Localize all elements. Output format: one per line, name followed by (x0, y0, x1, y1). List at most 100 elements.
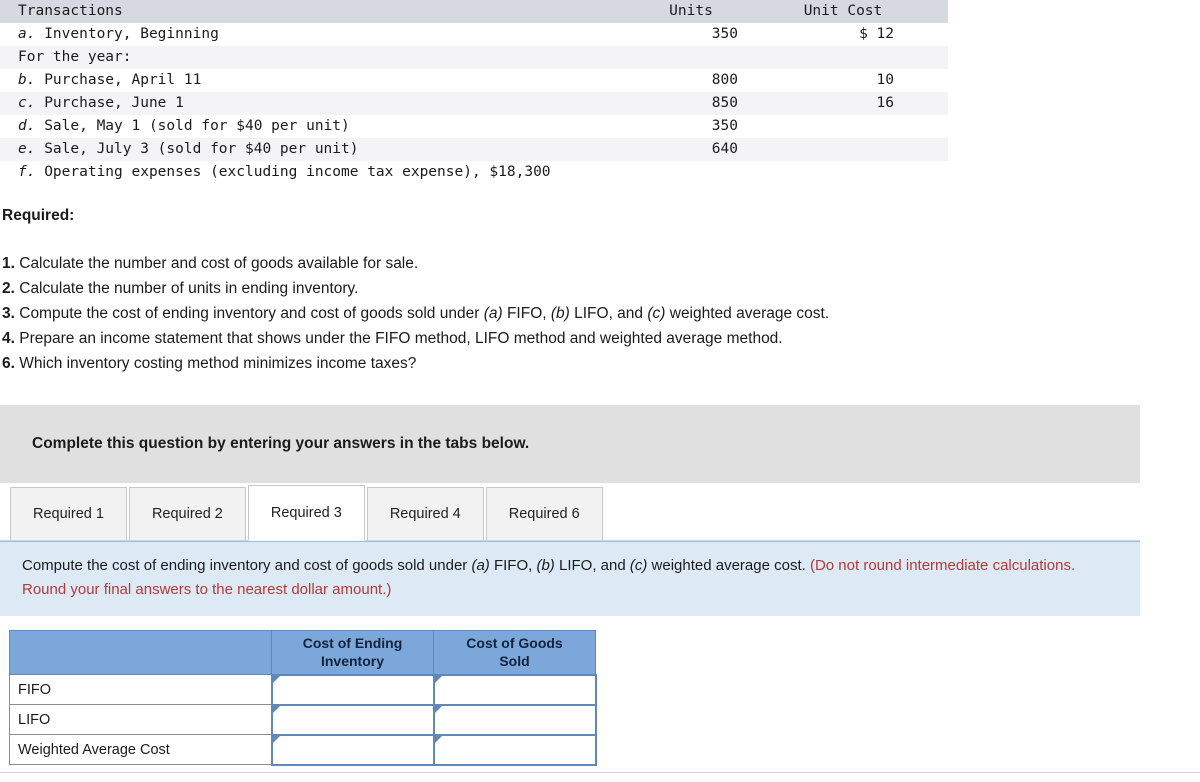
transaction-row: e. Sale, July 3 (sold for $40 per unit) 6… (0, 138, 948, 161)
prompt-segment: (b) (536, 557, 555, 574)
transaction-unit-cost: 16 (876, 95, 894, 111)
required-item-number: 6. (2, 355, 15, 372)
column-header-unit-cost: Unit Cost (803, 3, 883, 19)
required-item-text: weighted average cost. (665, 305, 830, 322)
answer-table-wrapper: Cost of Ending Inventory Cost of Goods S… (0, 630, 1200, 766)
required-item: 6. Which inventory costing method minimi… (2, 351, 1200, 376)
prompt-segment: FIFO, (489, 557, 537, 574)
transaction-unit-cost: $ 12 (859, 26, 894, 42)
column-header-units: Units (669, 3, 713, 19)
required-item-number: 3. (2, 305, 15, 322)
answer-input-cell[interactable] (270, 673, 435, 706)
answer-input-ending-inventory[interactable] (272, 675, 433, 704)
required-item: 2. Calculate the number of units in endi… (2, 276, 1200, 301)
transaction-row: d. Sale, May 1 (sold for $40 per unit) 35… (0, 115, 948, 138)
tab-label: Required 1 (33, 506, 104, 522)
required-item-text: Calculate the number and cost of goods a… (14, 255, 419, 272)
transaction-letter: a. (18, 26, 36, 42)
tab-label: Required 4 (389, 506, 461, 522)
transactions-table-body: a. Inventory, Beginning 350 $ 12 For the ye… (0, 23, 948, 184)
answer-row-label: LIFO (9, 704, 272, 735)
transaction-units (636, 161, 764, 184)
answer-input-cost-of-goods-sold[interactable] (434, 705, 595, 734)
required-item-number: 1. (2, 255, 15, 272)
transaction-letter: c. (18, 95, 36, 111)
cell-corner-marker-icon (272, 705, 280, 713)
required-item-text: Calculate the number of units in ending … (14, 280, 359, 297)
question-page: Transactions Units Unit Cost a. Inventor… (0, 0, 1200, 782)
required-item: 1. Calculate the number and cost of good… (2, 251, 1200, 276)
answer-input-cell[interactable] (432, 703, 597, 736)
transaction-description: c. Purchase, June 1 (18, 95, 184, 111)
required-heading: Required: (2, 207, 75, 224)
cell-corner-marker-icon (272, 735, 280, 743)
transaction-row: f. Operating expenses (excluding income … (0, 161, 948, 184)
transactions-table-head: Transactions Units Unit Cost (0, 0, 948, 23)
answer-row: Weighted Average Cost (9, 733, 597, 766)
answer-input-ending-inventory[interactable] (272, 735, 433, 764)
tab-required-required-6[interactable]: Required 6 (485, 487, 603, 541)
transaction-description: d. Sale, May 1 (sold for $40 per unit) (18, 118, 350, 134)
transaction-units: 850 (711, 95, 738, 111)
transaction-unit-cost (764, 115, 948, 138)
transaction-unit-cost (764, 46, 948, 69)
answer-header-method (9, 630, 272, 675)
answer-input-cell[interactable] (432, 673, 597, 706)
answer-input-ending-inventory[interactable] (272, 705, 433, 734)
required-item-text: (c) (647, 305, 666, 322)
transaction-description: b. Purchase, April 11 (18, 72, 202, 88)
answer-header-line-1: Cost of Goods (466, 635, 563, 652)
answer-header-line-2: Sold (499, 653, 530, 670)
answer-header-cost-of-goods-sold: Cost of Goods Sold (433, 630, 596, 675)
transaction-letter: d. (18, 118, 36, 134)
transaction-units: 350 (711, 26, 738, 42)
answer-input-cell[interactable] (432, 733, 597, 766)
required-item-number: 2. (2, 280, 15, 297)
transaction-description: For the year: (18, 49, 132, 65)
requirement-tabs: Required 1 Required 2 Required 3 Required 4… (0, 483, 1140, 541)
tab-label: Required 2 (151, 506, 223, 522)
transactions-table: Transactions Units Unit Cost a. Inventor… (0, 0, 948, 184)
transaction-description: a. Inventory, Beginning (18, 26, 219, 42)
required-item-text: LIFO, and (569, 305, 648, 322)
transaction-description: f. Operating expenses (excluding income … (18, 164, 551, 180)
transaction-row: b. Purchase, April 11 800 10 (0, 69, 948, 92)
required-item-text: Prepare an income statement that shows u… (14, 330, 783, 347)
answer-row: FIFO (9, 673, 597, 706)
answer-input-cost-of-goods-sold[interactable] (434, 735, 595, 764)
cell-corner-marker-icon (272, 675, 280, 683)
answer-table-body: FIFO LIFO Weighted Average Cost (9, 673, 597, 766)
required-item-number: 4. (2, 330, 15, 347)
tab-label: Required 3 (270, 505, 342, 521)
answer-input-cell[interactable] (270, 733, 435, 766)
transaction-unit-cost: 10 (876, 72, 894, 88)
transaction-letter: b. (18, 72, 36, 88)
answer-input-cell[interactable] (270, 703, 435, 736)
transaction-row: c. Purchase, June 1 850 16 (0, 92, 948, 115)
transaction-units (636, 46, 764, 69)
transactions-header-row: Transactions Units Unit Cost (0, 0, 948, 23)
prompt-segment: (a) (471, 557, 490, 574)
required-item-text: (b) (550, 305, 570, 322)
tab-required-required-4[interactable]: Required 4 (366, 487, 484, 541)
complete-question-banner-text: Complete this question by entering your … (32, 435, 530, 452)
cell-corner-marker-icon (434, 705, 442, 713)
transaction-row: a. Inventory, Beginning 350 $ 12 (0, 23, 948, 46)
required-item-text: Which inventory costing method minimizes… (14, 355, 417, 372)
answer-header-row: Cost of Ending Inventory Cost of Goods S… (9, 630, 596, 675)
tab-required-required-3[interactable]: Required 3 (247, 485, 365, 541)
tab-label: Required 6 (508, 506, 580, 522)
tab-required-required-1[interactable]: Required 1 (10, 487, 127, 541)
answer-header-line-1: Cost of Ending (302, 635, 403, 652)
required-item-text: Compute the cost of ending inventory and… (14, 305, 484, 322)
transaction-units: 800 (711, 72, 738, 88)
transaction-letter: f. (18, 164, 36, 180)
answer-input-cost-of-goods-sold[interactable] (434, 675, 595, 704)
requirement-prompt: Compute the cost of ending inventory and… (0, 541, 1140, 616)
transaction-row: For the year: (0, 46, 948, 69)
tab-required-required-2[interactable]: Required 2 (128, 487, 246, 541)
page-bottom-divider (0, 772, 1200, 773)
answer-row-label: Weighted Average Cost (9, 734, 272, 765)
requirement-prompt-text: Compute the cost of ending inventory and… (22, 557, 1075, 598)
answer-header-line-2: Inventory (320, 653, 384, 670)
